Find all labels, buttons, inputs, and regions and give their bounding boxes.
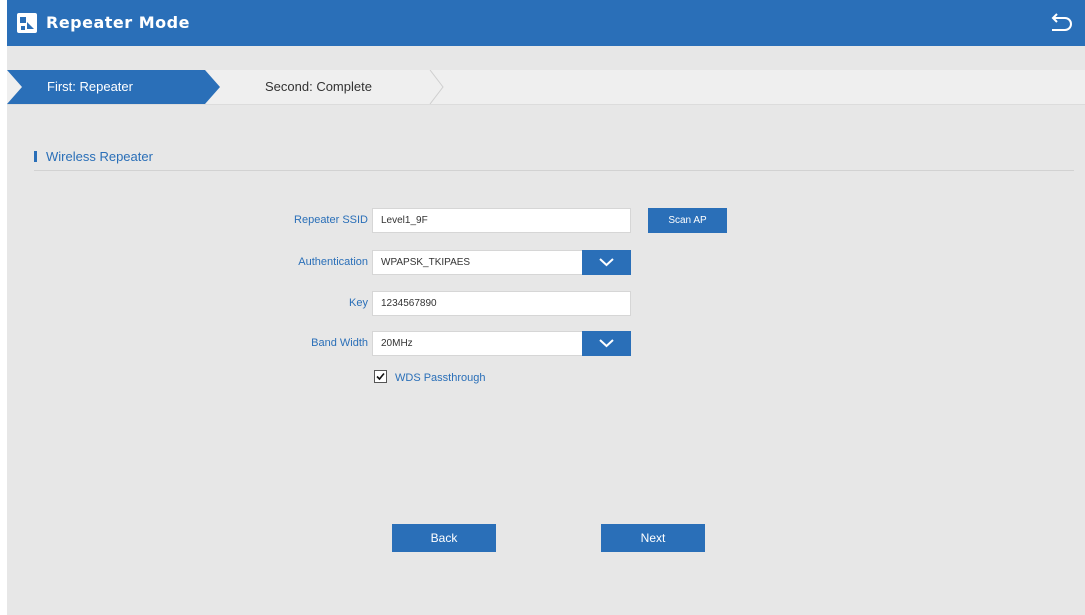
ssid-input[interactable]: Level1_9F bbox=[372, 208, 631, 233]
next-button[interactable]: Next bbox=[601, 524, 705, 552]
authentication-label: Authentication bbox=[298, 256, 368, 268]
authentication-dropdown-button[interactable] bbox=[582, 250, 631, 275]
divider bbox=[34, 170, 1074, 171]
chevron-down-icon bbox=[599, 339, 614, 348]
key-input[interactable]: 1234567890 bbox=[372, 291, 631, 316]
bandwidth-label: Band Width bbox=[311, 337, 368, 349]
return-icon[interactable] bbox=[1047, 11, 1073, 35]
step-separator-icon bbox=[429, 70, 444, 104]
bandwidth-value: 20MHz bbox=[381, 338, 413, 349]
header-bar: Repeater Mode bbox=[7, 0, 1085, 46]
key-label: Key bbox=[349, 297, 368, 309]
content-area: First: Repeater Second: Complete Wireles… bbox=[7, 46, 1085, 615]
section-title-text: Wireless Repeater bbox=[46, 149, 153, 164]
bandwidth-select[interactable]: 20MHz bbox=[372, 331, 631, 356]
back-button[interactable]: Back bbox=[392, 524, 496, 552]
section-heading: Wireless Repeater bbox=[34, 149, 153, 164]
ssid-label: Repeater SSID bbox=[294, 214, 368, 226]
authentication-select[interactable]: WPAPSK_TKIPAES bbox=[372, 250, 631, 275]
bandwidth-dropdown-button[interactable] bbox=[582, 331, 631, 356]
step-second: Second: Complete bbox=[265, 79, 372, 94]
wds-passthrough-checkbox[interactable] bbox=[374, 370, 387, 383]
chevron-down-icon bbox=[599, 258, 614, 267]
page-title: Repeater Mode bbox=[46, 13, 190, 32]
step-indicator: First: Repeater Second: Complete bbox=[7, 70, 1085, 105]
router-icon bbox=[17, 13, 37, 33]
checkmark-icon bbox=[376, 372, 385, 381]
section-marker bbox=[34, 151, 37, 162]
authentication-value: WPAPSK_TKIPAES bbox=[381, 257, 471, 268]
step-first: First: Repeater bbox=[7, 70, 220, 104]
wds-passthrough-label: WDS Passthrough bbox=[395, 372, 486, 384]
wds-passthrough-option[interactable]: WDS Passthrough bbox=[374, 370, 485, 384]
scan-ap-button[interactable]: Scan AP bbox=[648, 208, 727, 233]
